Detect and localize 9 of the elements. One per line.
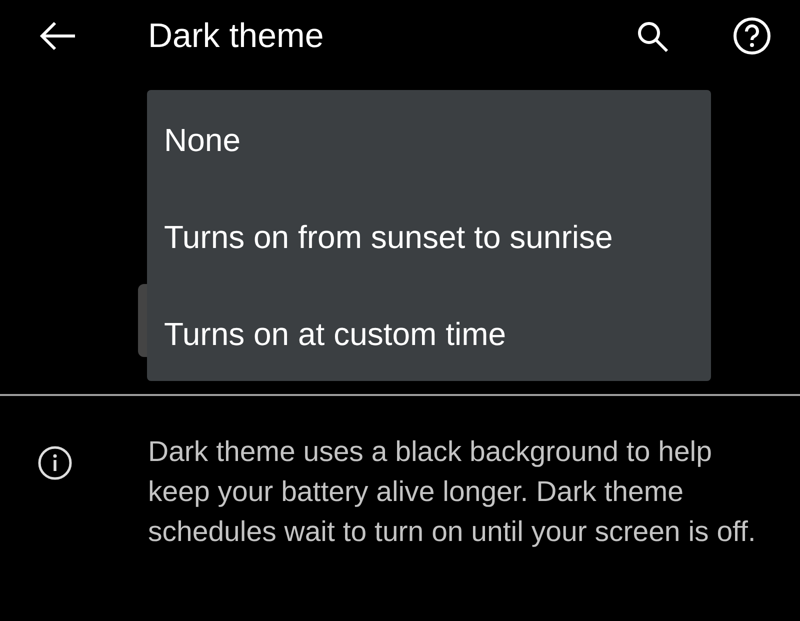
- info-text: Dark theme uses a black background to help keep your battery alive longer. Dark theme schedules wait to turn on until your screen is off.: [148, 435, 757, 550]
- search-icon[interactable]: [637, 21, 669, 53]
- menu-item[interactable]: Turns on from sunset to sunrise: [147, 215, 711, 312]
- screen-title: Dark theme: [148, 16, 324, 56]
- info-icon: [38, 446, 72, 480]
- menu-item[interactable]: None: [147, 118, 711, 215]
- back-arrow-icon[interactable]: [39, 21, 77, 51]
- help-icon[interactable]: [733, 17, 771, 55]
- menu-item[interactable]: Turns on at custom time: [147, 312, 711, 409]
